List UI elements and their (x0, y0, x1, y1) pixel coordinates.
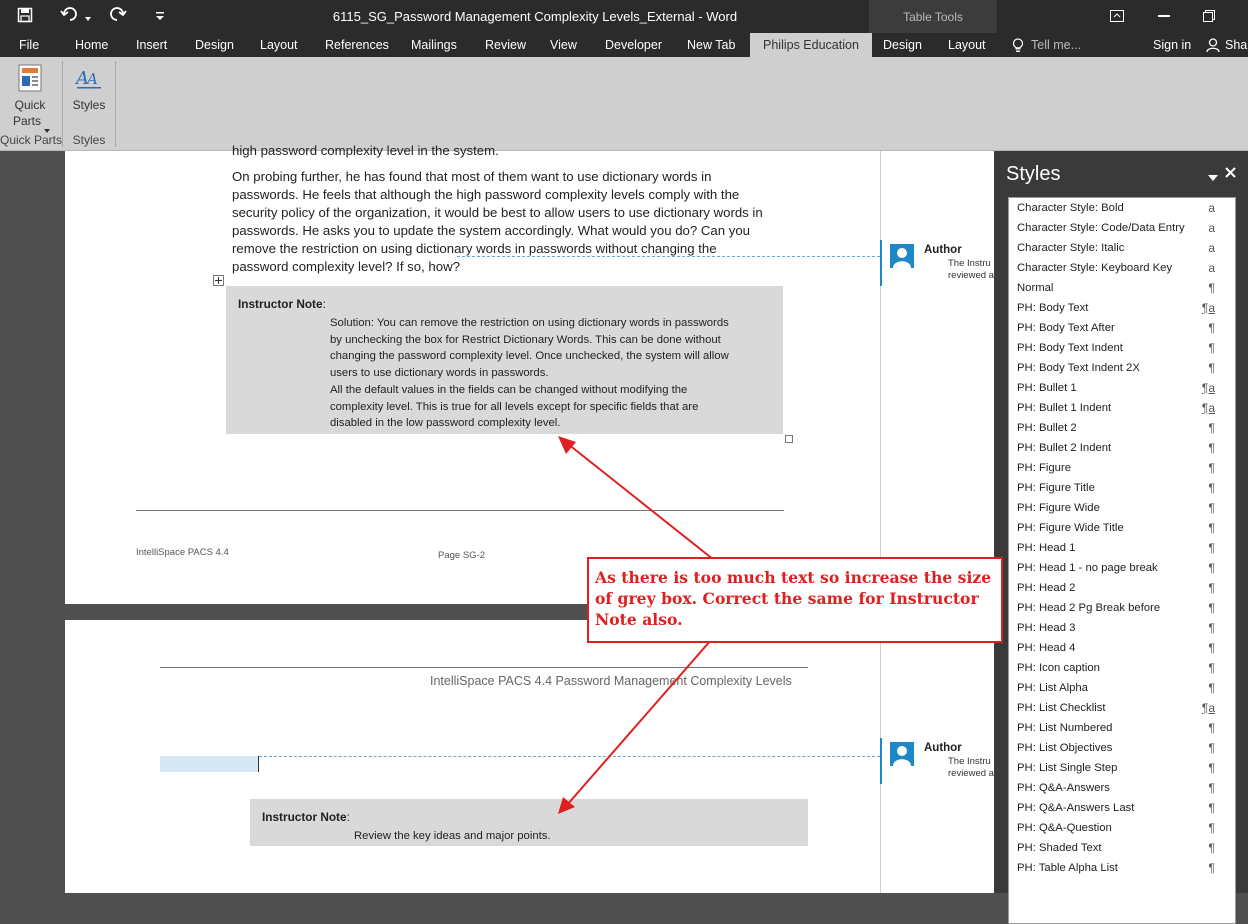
annotation-arrows (558, 436, 719, 814)
annotation-callout: As there is too much text so increase th… (587, 557, 1003, 643)
annotation-text: As there is too much text so increase th… (595, 568, 992, 629)
